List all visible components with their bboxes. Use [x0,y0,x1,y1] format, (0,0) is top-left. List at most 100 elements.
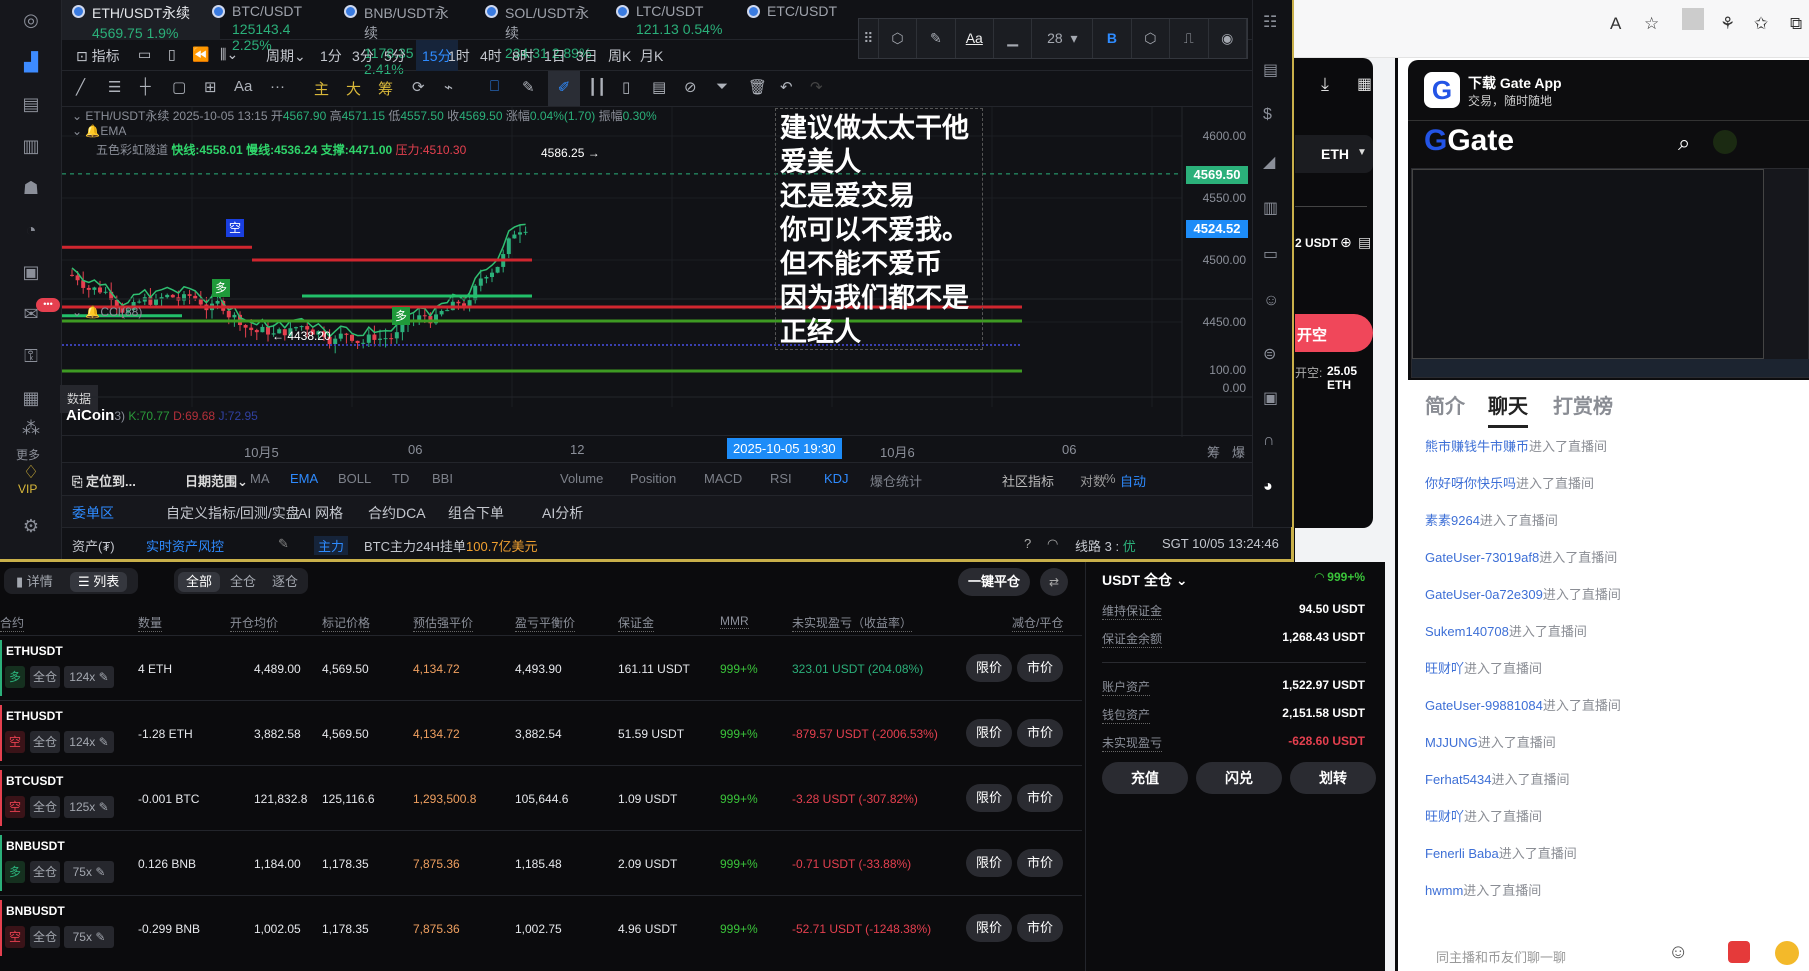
sub-indicator-tab[interactable]: MACD [704,471,742,486]
chat-username[interactable]: 旺财吖 [1425,809,1464,824]
download-icon[interactable]: ⤓ [1321,74,1329,95]
chat-username[interactable]: MJJUNG [1425,735,1478,750]
tab-reward-ranking[interactable]: 打赏榜 [1553,390,1613,419]
chat-username[interactable]: Fenerli Baba [1425,846,1499,861]
stream-video-thumbnail[interactable] [1411,168,1809,378]
note-icon[interactable]: ▤ [652,78,666,96]
monitor-icon[interactable]: ▥ [1263,198,1278,218]
period-option[interactable]: 1时 [448,46,470,66]
favorite-star-icon[interactable]: ☆ [1644,14,1659,34]
settings-icon[interactable]: ⚙ [17,516,45,540]
sub-indicator-tab[interactable]: Position [630,471,676,486]
chat-username[interactable]: GateUser-99881084 [1425,698,1543,713]
tab-intro[interactable]: 简介 [1425,390,1465,419]
drag-handle-icon[interactable]: ⠿ [859,19,879,58]
data-icon[interactable]: ▦ [17,388,45,412]
indicator-button[interactable]: ⊡ 指标 [76,46,120,66]
delete-icon[interactable]: 🗑 [748,78,767,96]
bottom-tab[interactable]: 合约DCA [368,503,426,523]
pie-icon[interactable]: ◔ [17,220,45,244]
market-close-button[interactable]: 市价 [1017,654,1063,682]
account-mode-select[interactable]: USDT 全仓 ⌄ [1102,570,1188,590]
grid-icon[interactable]: ▦ [1357,74,1372,94]
filter-isolated[interactable]: 逐仓 [264,572,306,592]
calculator-icon[interactable]: ▤ [1358,234,1371,251]
layout-icon[interactable]: ▣ [1263,388,1278,408]
view-list[interactable]: ☰ 列表 [70,572,128,592]
bold-button[interactable]: B [1093,19,1132,58]
attach-icon[interactable]: ⊘ [684,78,697,96]
orderbook-icon[interactable]: ▤ [1263,60,1278,80]
leverage-button[interactable]: 75x ✎ [64,861,114,883]
bottom-tab[interactable]: 自定义指标/回测/实盘 [166,503,300,523]
pair-tab[interactable]: BNB/USDT永续 1178.35 2.41% [334,0,464,77]
sub-indicator-tab[interactable]: 爆仓统计 [870,471,922,490]
magnet-icon[interactable]: ⌁ [444,78,453,96]
rectangle-icon[interactable]: ▢ [172,78,186,96]
chat-username[interactable]: GateUser-0a72e309 [1425,587,1543,602]
swap-icon[interactable]: ⇄ [1040,568,1068,596]
axis-option[interactable]: 爆 [1232,442,1245,461]
market-close-button[interactable]: 市价 [1017,784,1063,812]
layout-icon[interactable]: ▯ [168,46,176,63]
undo-icon[interactable]: ↶ [780,78,793,96]
period-option[interactable]: 3分 [352,46,374,66]
text-color-button[interactable]: Aa [956,19,994,58]
add-icon[interactable]: ⊕ [1340,234,1352,251]
measure-icon[interactable]: ⊞ [204,78,217,96]
search-icon[interactable]: ⌕ [1678,130,1690,156]
font-size-select[interactable]: 28 ▾ [1032,19,1094,58]
log-scale-toggle[interactable]: 对数 [1080,471,1106,490]
chart-type-icon[interactable]: ⫼⌄ [220,46,238,63]
pair-tab[interactable]: BTC/USDT 125143.4 2.25% [202,0,332,53]
cci-legend[interactable]: ⌄ 🔔CCI(88) [72,305,142,319]
sub-indicator-tab[interactable]: RSI [770,471,792,486]
main-indicator-tab[interactable]: TD [392,471,409,486]
sync-draw-icon[interactable]: ⟳ [412,78,425,96]
redo-icon[interactable]: ↷ [810,78,823,96]
pair-tab[interactable]: SOL/USDT永续 234.31 2.89% [475,0,605,61]
chat-username[interactable]: GateUser-73019af8 [1425,550,1539,565]
community-indicators-button[interactable]: 社区指标 [1002,471,1054,490]
open-short-button[interactable]: 开空 [1295,314,1373,352]
bottom-tab[interactable]: 委单区 [72,503,114,523]
limit-close-button[interactable]: 限价 [966,849,1012,877]
market-close-button[interactable]: 市价 [1017,719,1063,747]
collections-icon[interactable]: ⧉ [1790,14,1802,34]
red-packet-icon[interactable] [1728,941,1750,963]
price-doc-icon[interactable]: $ [1263,106,1272,124]
position-symbol[interactable]: ETHUSDT [6,709,63,723]
wallet-icon[interactable]: ▣ [17,262,45,286]
sub-indicator-tab[interactable]: Volume [560,471,603,486]
calendar-icon[interactable]: ▭ [138,46,151,63]
line-status[interactable]: 线路 3 : 优 [1075,536,1136,555]
key-icon[interactable]: ⚿ [17,346,45,370]
filter-all[interactable]: 全部 [178,572,221,592]
view-detail[interactable]: ▮ 详情 [8,572,61,592]
chat-input[interactable]: 同主播和币友们聊一聊 ☺ [1420,935,1809,971]
period-option[interactable]: 1日 [544,46,566,66]
ema-legend[interactable]: ⌄ 🔔EMA [72,124,126,138]
list-icon[interactable]: ☷ [1263,12,1277,32]
tab-chat[interactable]: 聊天 [1488,390,1528,428]
apps-icon[interactable]: ⁂ [17,418,45,442]
main-indicator-tab[interactable]: BBI [432,471,453,486]
pair-tab[interactable]: ETH/USDT永续 4569.75 1.9% [62,0,220,41]
close-all-button[interactable]: 一键平仓 [958,568,1030,596]
date-range-select[interactable]: 日期范围⌄ [185,471,248,490]
more-label[interactable]: 更多 [16,446,40,463]
chips-tool[interactable]: 筹 [378,78,393,99]
parallel-lines-icon[interactable]: ☰ [108,78,121,96]
settings-icon[interactable]: ⬡ [1132,19,1171,58]
candles-icon[interactable]: ┃┃ [588,78,606,96]
style-icon[interactable]: ⬡ [879,19,918,58]
bottom-tab[interactable]: AI分析 [542,503,583,523]
bottom-tab[interactable]: 组合下单 [448,503,504,523]
bottom-tab[interactable]: AI 网格 [298,503,343,523]
chat-username[interactable]: Sukem140708 [1425,624,1509,639]
big-order-tool[interactable]: 大 [346,78,361,99]
assets-label[interactable]: 资产(₮) [72,536,115,555]
filter-cross[interactable]: 全仓 [222,572,264,592]
main-indicator-tab[interactable]: MA [250,471,270,486]
text-tool[interactable]: Aa [234,78,252,95]
